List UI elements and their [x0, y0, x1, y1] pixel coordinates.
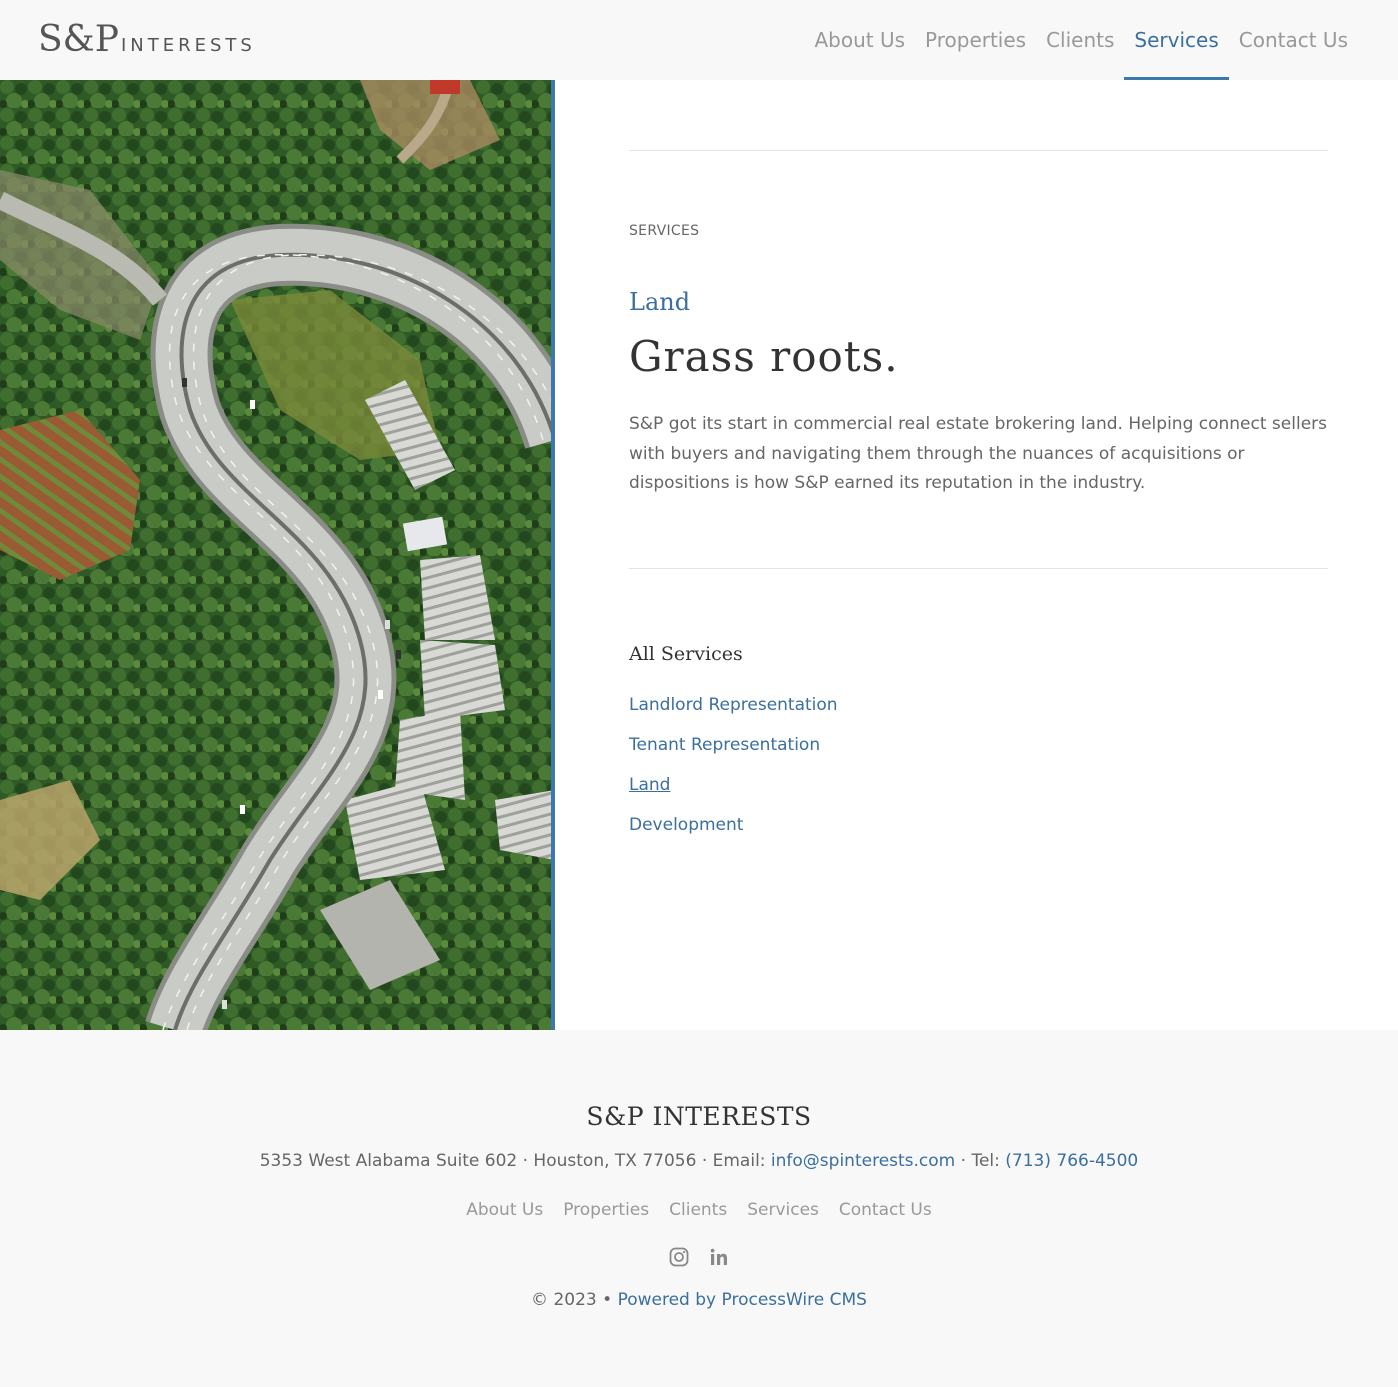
- footer-nav-about-us[interactable]: About Us: [456, 1200, 553, 1220]
- page-title: Grass roots.: [629, 332, 899, 381]
- footer-address-text: 5353 West Alabama Suite 602 · Houston, T…: [259, 1151, 771, 1171]
- service-link-land[interactable]: Land: [629, 775, 670, 795]
- site-footer: S&P INTERESTS 5353 West Alabama Suite 60…: [0, 1030, 1398, 1387]
- instagram-icon[interactable]: [669, 1246, 689, 1268]
- service-description: S&P got its start in commercial real est…: [629, 414, 1328, 493]
- footer-nav-contact-us[interactable]: Contact Us: [829, 1200, 942, 1220]
- list-item: Landlord Representation: [629, 692, 838, 732]
- list-item: Land: [629, 772, 838, 812]
- footer-nav: About Us Properties Clients Services Con…: [0, 1200, 1398, 1220]
- powered-by-link[interactable]: Powered by ProcessWire CMS: [618, 1290, 867, 1310]
- divider-middle: [629, 568, 1328, 569]
- service-link-landlord-representation[interactable]: Landlord Representation: [629, 695, 838, 715]
- footer-nav-clients[interactable]: Clients: [659, 1200, 737, 1220]
- logo-sub-text: INTERESTS: [120, 35, 256, 56]
- nav-clients[interactable]: Clients: [1036, 0, 1124, 80]
- service-link-tenant-representation[interactable]: Tenant Representation: [629, 735, 820, 755]
- nav-services[interactable]: Services: [1124, 0, 1230, 80]
- footer-nav-properties[interactable]: Properties: [553, 1200, 659, 1220]
- footer-tel-prefix: · Tel:: [955, 1151, 1006, 1171]
- footer-tel-link[interactable]: (713) 766-4500: [1005, 1151, 1138, 1171]
- site-logo[interactable]: S&P INTERESTS: [38, 18, 256, 62]
- footer-nav-services[interactable]: Services: [737, 1200, 829, 1220]
- linkedin-icon[interactable]: [709, 1246, 729, 1268]
- main-section: SERVICES Land Grass roots. S&P got its s…: [0, 80, 1398, 1030]
- logo-main-text: S&P: [38, 19, 119, 60]
- all-services-heading: All Services: [629, 643, 743, 665]
- footer-copyright: © 2023 • Powered by ProcessWire CMS: [0, 1290, 1398, 1310]
- section-kicker: SERVICES: [629, 223, 700, 239]
- service-link-development[interactable]: Development: [629, 815, 743, 835]
- list-item: Development: [629, 812, 838, 852]
- copyright-text: © 2023 •: [531, 1290, 618, 1310]
- service-subtitle: Land: [629, 288, 691, 316]
- photo-illustration: [0, 80, 551, 1030]
- main-nav: About Us Properties Clients Services Con…: [804, 0, 1358, 80]
- nav-properties[interactable]: Properties: [915, 0, 1036, 80]
- footer-address: 5353 West Alabama Suite 602 · Houston, T…: [0, 1151, 1398, 1171]
- footer-social: [0, 1246, 1398, 1268]
- services-list: Landlord Representation Tenant Represent…: [629, 692, 838, 852]
- footer-brand: S&P INTERESTS: [586, 1102, 812, 1131]
- aerial-road-photo: [0, 80, 555, 1030]
- list-item: Tenant Representation: [629, 732, 838, 772]
- site-header: S&P INTERESTS About Us Properties Client…: [0, 0, 1398, 80]
- divider-top: [629, 150, 1328, 151]
- nav-about-us[interactable]: About Us: [804, 0, 915, 80]
- footer-email-link[interactable]: info@spinterests.com: [771, 1151, 955, 1171]
- nav-contact-us[interactable]: Contact Us: [1229, 0, 1358, 80]
